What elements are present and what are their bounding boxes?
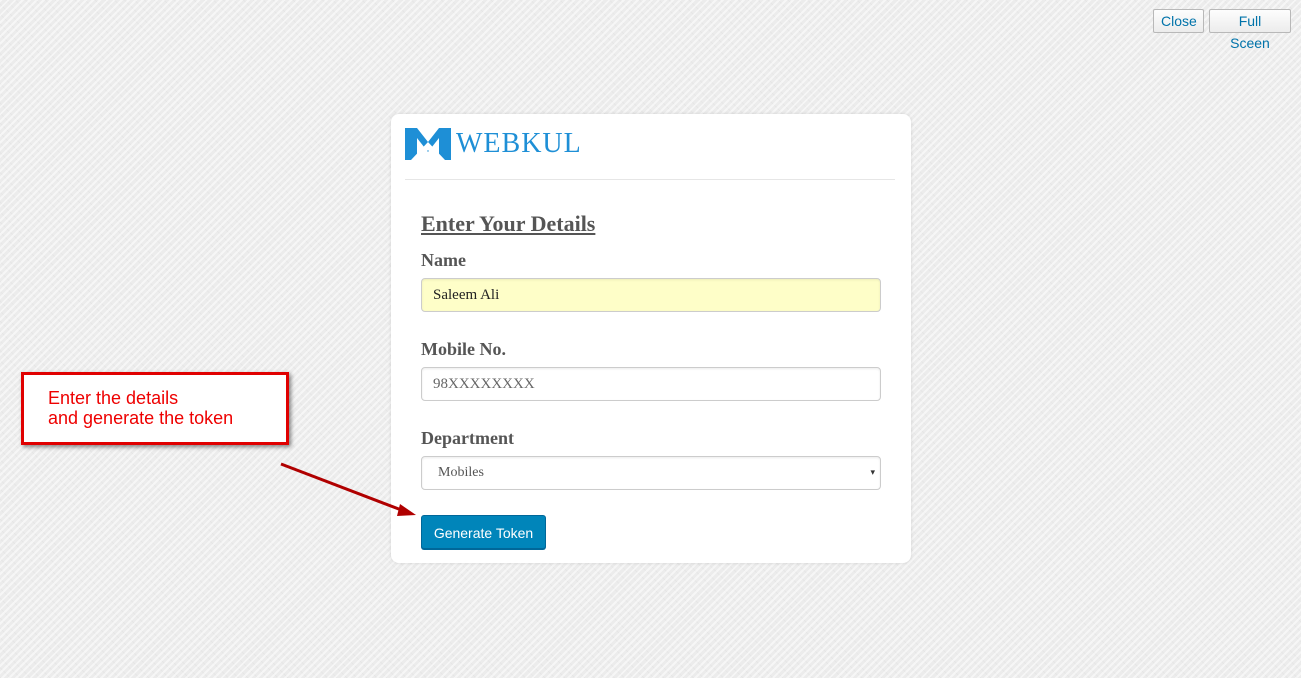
header-divider xyxy=(405,179,895,180)
webkul-logo: WEBKUL xyxy=(405,128,582,160)
department-selected-value: Mobiles xyxy=(438,465,484,480)
webkul-logo-icon xyxy=(405,128,451,160)
close-button[interactable]: Close xyxy=(1153,9,1204,33)
mobile-input[interactable] xyxy=(421,367,881,401)
chevron-down-icon: ▾ xyxy=(870,468,875,478)
annotation-line-2: and generate the token xyxy=(48,408,234,428)
form-title: Enter Your Details xyxy=(421,211,596,236)
fullscreen-button[interactable]: Full Sceen xyxy=(1209,9,1291,51)
token-form-card: WEBKUL Enter Your Details Name Mobile No… xyxy=(391,114,911,563)
logo-wordmark: WEBKUL xyxy=(456,128,582,159)
department-select[interactable]: Mobiles ▾ xyxy=(421,456,881,490)
annotation-line-1: Enter the details xyxy=(48,388,179,408)
department-label: Department xyxy=(421,428,514,448)
generate-token-button[interactable]: Generate Token xyxy=(421,515,546,549)
name-label: Name xyxy=(421,250,466,270)
name-input[interactable] xyxy=(421,278,881,312)
annotation-callout: Enter the details and generate the token xyxy=(21,372,289,445)
mobile-label: Mobile No. xyxy=(421,339,506,359)
